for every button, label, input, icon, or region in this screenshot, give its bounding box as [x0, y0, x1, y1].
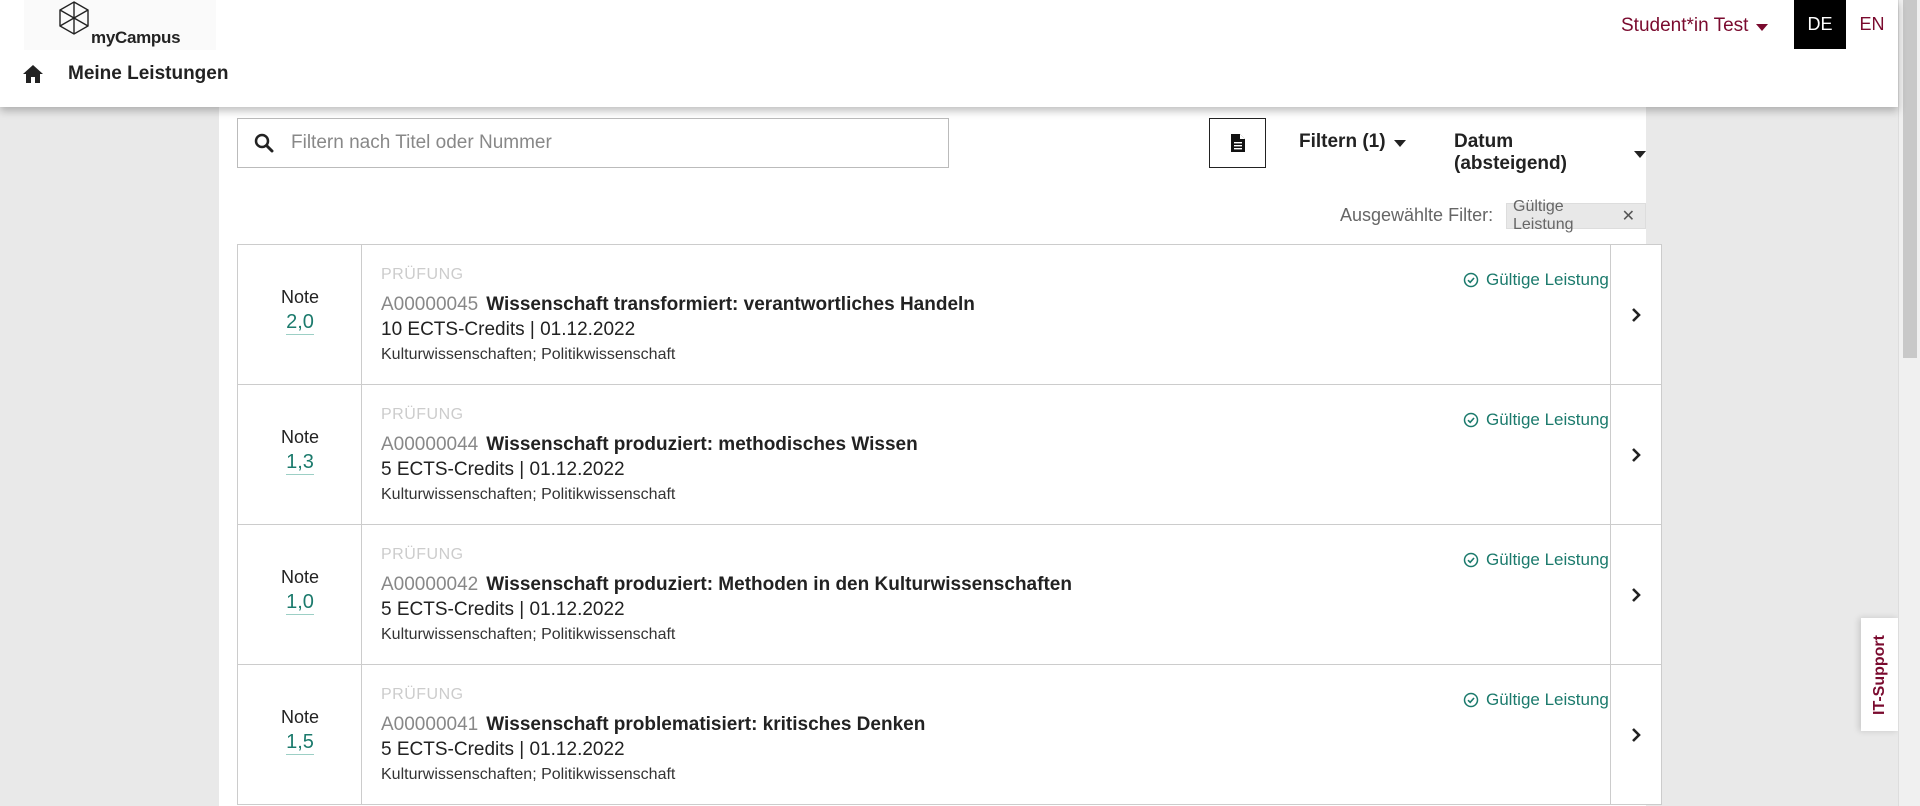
result-heading: A00000045 Wissenschaft transformiert: ve…	[381, 294, 975, 316]
grade-label: Note	[280, 567, 320, 587]
result-title: Wissenschaft produziert: Methoden in den…	[486, 574, 1072, 595]
grade-label: Note	[280, 707, 320, 727]
lang-de-button[interactable]: DE	[1794, 0, 1846, 49]
status-label: Gültige Leistung	[1486, 270, 1609, 289]
chevron-right-icon	[1632, 307, 1641, 322]
search-icon	[254, 133, 274, 153]
filter-chip-label: Gültige Leistung	[1513, 198, 1574, 233]
result-card[interactable]: Note 1,5 PRÜFUNG A00000041 Wissenschaft …	[237, 664, 1662, 805]
grade-box: Note 1,0	[238, 525, 362, 664]
result-card[interactable]: Note 1,3 PRÜFUNG A00000044 Wissenschaft …	[237, 384, 1662, 525]
page-title: Meine Leistungen	[68, 63, 229, 84]
logo-text: myCampus	[91, 28, 181, 47]
result-title: Wissenschaft transformiert: verantwortli…	[486, 294, 975, 315]
card-content: PRÜFUNG A00000042 Wissenschaft produzier…	[381, 525, 1581, 664]
result-card[interactable]: Note 1,0 PRÜFUNG A00000042 Wissenschaft …	[237, 524, 1662, 665]
close-icon[interactable]: ✕	[1622, 206, 1635, 226]
result-heading: A00000044 Wissenschaft produziert: metho…	[381, 434, 918, 456]
grade-box: Note 1,3	[238, 385, 362, 524]
result-fields: Kulturwissenschaften; Politikwissenschaf…	[381, 766, 676, 783]
result-card[interactable]: Note 2,0 PRÜFUNG A00000045 Wissenschaft …	[237, 244, 1662, 385]
result-number: A00000042	[381, 574, 479, 595]
grade-value: 2,0	[286, 311, 314, 335]
grade-value: 1,0	[286, 591, 314, 615]
result-number: A00000044	[381, 434, 479, 455]
grade-box: Note 1,5	[238, 665, 362, 804]
result-heading: A00000042 Wissenschaft produziert: Metho…	[381, 574, 1072, 596]
caret-down-icon	[1634, 150, 1646, 158]
status-label: Gültige Leistung	[1486, 690, 1609, 709]
filter-dropdown-label: Filtern (1)	[1299, 131, 1386, 152]
result-heading: A00000041 Wissenschaft problematisiert: …	[381, 714, 925, 736]
card-content: PRÜFUNG A00000045 Wissenschaft transform…	[381, 245, 1581, 384]
lang-en-button[interactable]: EN	[1846, 0, 1898, 49]
chevron-right-icon	[1632, 587, 1641, 602]
result-fields: Kulturwissenschaften; Politikwissenschaf…	[381, 486, 676, 503]
check-circle-icon	[1463, 692, 1479, 708]
result-fields: Kulturwissenschaften; Politikwissenschaf…	[381, 346, 676, 363]
status-badge: Gültige Leistung	[1463, 550, 1609, 570]
user-menu-label: Student*in Test	[1621, 15, 1749, 36]
result-meta: 5 ECTS-Credits | 01.12.2022	[381, 599, 625, 620]
status-badge: Gültige Leistung	[1463, 690, 1609, 710]
chevron-right-icon	[1632, 727, 1641, 742]
grade-box: Note 2,0	[238, 245, 362, 384]
sort-dropdown-label: Datum (absteigend)	[1454, 131, 1567, 174]
status-label: Gültige Leistung	[1486, 410, 1609, 429]
result-number: A00000041	[381, 714, 479, 735]
chevron-right-icon	[1632, 447, 1641, 462]
scrollbar-thumb[interactable]	[1903, 0, 1917, 358]
check-circle-icon	[1463, 412, 1479, 428]
result-kind: PRÜFUNG	[381, 406, 464, 423]
result-kind: PRÜFUNG	[381, 266, 464, 283]
cube-logo-icon	[59, 1, 89, 35]
open-detail-button[interactable]	[1610, 665, 1661, 804]
grade-value: 1,3	[286, 451, 314, 475]
open-detail-button[interactable]	[1610, 245, 1661, 384]
it-support-tab[interactable]: IT-Support	[1861, 618, 1899, 731]
result-fields: Kulturwissenschaften; Politikwissenschaf…	[381, 626, 676, 643]
open-detail-button[interactable]	[1610, 525, 1661, 664]
status-badge: Gültige Leistung	[1463, 410, 1609, 430]
result-meta: 5 ECTS-Credits | 01.12.2022	[381, 459, 625, 480]
home-icon[interactable]	[22, 64, 44, 89]
top-header: myCampus Student*in Test DE EN Meine Lei…	[0, 0, 1898, 107]
user-menu[interactable]: Student*in Test	[1621, 15, 1769, 37]
caret-down-icon	[1393, 139, 1406, 147]
active-filter-chip: Gültige Leistung ✕	[1506, 198, 1646, 233]
check-circle-icon	[1463, 552, 1479, 568]
sort-dropdown[interactable]: Datum (absteigend)	[1454, 131, 1646, 175]
result-title: Wissenschaft problematisiert: kritisches…	[486, 714, 926, 735]
main-content: Filtern (1) Datum (absteigend) Ausgewähl…	[219, 107, 1662, 806]
it-support-label: IT-Support	[1871, 634, 1889, 715]
result-kind: PRÜFUNG	[381, 546, 464, 563]
export-pdf-button[interactable]	[1209, 118, 1266, 168]
grade-label: Note	[280, 427, 320, 447]
status-badge: Gültige Leistung	[1463, 270, 1609, 290]
search-input[interactable]	[291, 132, 911, 154]
page-scrollbar[interactable]	[1898, 0, 1920, 806]
mycampus-logo[interactable]: myCampus	[24, 0, 216, 50]
card-content: PRÜFUNG A00000041 Wissenschaft problemat…	[381, 665, 1581, 804]
result-title: Wissenschaft produziert: methodisches Wi…	[486, 434, 918, 455]
result-kind: PRÜFUNG	[381, 686, 464, 703]
result-number: A00000045	[381, 294, 479, 315]
result-meta: 10 ECTS-Credits | 01.12.2022	[381, 319, 636, 340]
grade-value: 1,5	[286, 731, 314, 755]
filter-dropdown[interactable]: Filtern (1)	[1299, 131, 1406, 153]
caret-down-icon	[1756, 23, 1769, 31]
result-meta: 5 ECTS-Credits | 01.12.2022	[381, 739, 625, 760]
search-box[interactable]	[237, 118, 949, 168]
grade-label: Note	[280, 287, 320, 307]
active-filters-label: Ausgewählte Filter:	[1340, 205, 1494, 225]
document-icon	[1230, 134, 1245, 152]
open-detail-button[interactable]	[1610, 385, 1661, 524]
card-content: PRÜFUNG A00000044 Wissenschaft produzier…	[381, 385, 1581, 524]
check-circle-icon	[1463, 272, 1479, 288]
status-label: Gültige Leistung	[1486, 550, 1609, 569]
